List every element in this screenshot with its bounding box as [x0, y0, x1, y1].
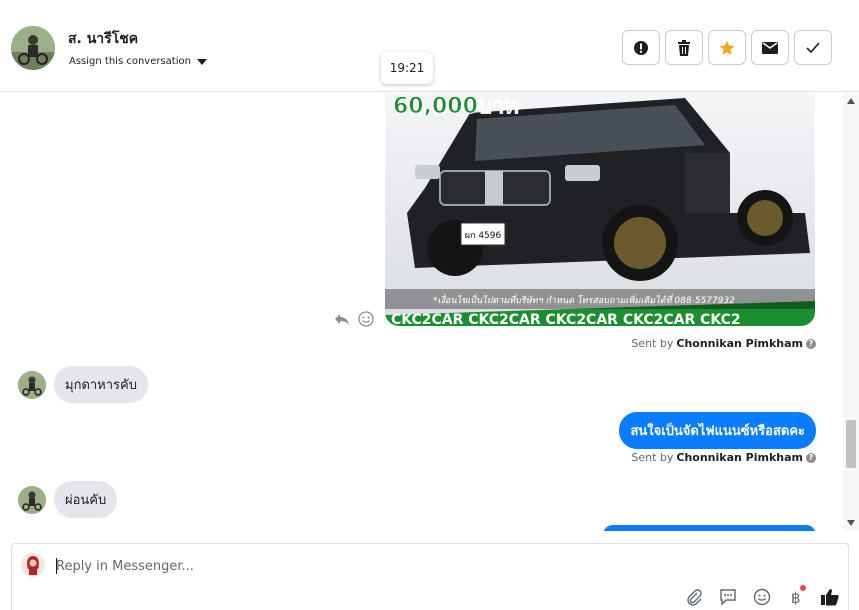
incoming-message-bubble[interactable]: ผ่อนคับ: [54, 481, 118, 518]
composer-tools: ฿: [684, 585, 840, 607]
saved-replies-button[interactable]: [718, 587, 738, 607]
outgoing-message-bubble-partial[interactable]: [603, 525, 816, 531]
payment-button[interactable]: ฿: [786, 585, 806, 607]
star-button[interactable]: [708, 30, 746, 65]
help-icon[interactable]: ?: [806, 452, 816, 463]
plate-text: ผก 4596: [465, 231, 502, 241]
delete-button[interactable]: [665, 30, 703, 65]
paperclip-icon: [687, 589, 702, 606]
sent-by-label: Sent by Chonnikan Pimkham ?: [631, 337, 816, 350]
trash-icon: [678, 39, 690, 56]
contact-avatar[interactable]: [11, 26, 55, 70]
assign-label: Assign this conversation: [69, 56, 191, 67]
emoji-icon: [753, 588, 771, 606]
attach-button[interactable]: [684, 587, 704, 607]
mark-unread-button[interactable]: [751, 30, 789, 65]
thumbs-up-icon: [821, 589, 839, 606]
reply-input[interactable]: [56, 555, 756, 577]
chat-bubble-icon: [720, 589, 736, 606]
outgoing-message-bubble[interactable]: สนใจเป็นจัดไฟแนนซ์หรือสดคะ: [619, 412, 816, 449]
alert-icon: [634, 40, 648, 55]
sender-name: Chonnikan Pimkham: [676, 451, 803, 464]
timestamp-tooltip: 19:21: [381, 52, 433, 84]
message-list[interactable]: ผก 4596 60,000บาท *เงื่อนไขเป็นไปตามที่บ…: [0, 93, 843, 531]
sent-by-label: Sent by Chonnikan Pimkham ?: [631, 451, 816, 464]
notification-dot: [800, 585, 806, 591]
check-icon: [806, 41, 820, 53]
assign-conversation-dropdown[interactable]: Assign this conversation: [69, 56, 207, 67]
react-emoji-icon[interactable]: [358, 311, 374, 327]
incoming-message-row: ผ่อนคับ: [18, 481, 118, 518]
reply-icon[interactable]: [334, 311, 350, 327]
mark-spam-button[interactable]: [622, 30, 660, 65]
svg-text:฿: ฿: [791, 589, 801, 606]
scroll-thumb[interactable]: [846, 420, 856, 468]
text-caret: [56, 558, 57, 574]
mark-done-button[interactable]: [794, 30, 832, 65]
star-icon: [719, 40, 735, 55]
contact-avatar-small[interactable]: [18, 485, 46, 514]
emoji-button[interactable]: [752, 587, 772, 607]
mail-icon: [762, 41, 778, 54]
scroll-up-arrow-icon[interactable]: [847, 98, 855, 104]
like-button[interactable]: [820, 587, 840, 607]
help-icon[interactable]: ?: [806, 338, 816, 349]
price-text: 60,000บาท: [393, 94, 519, 119]
contact-avatar-small[interactable]: [18, 370, 46, 399]
reply-composer: ฿: [11, 543, 849, 610]
incoming-message-bubble[interactable]: มุกดาหารคับ: [54, 366, 148, 403]
scroll-down-arrow-icon[interactable]: [847, 520, 855, 526]
contact-name[interactable]: ส. นารีโชค: [68, 28, 138, 50]
caret-down-icon: [196, 58, 207, 65]
page-avatar: [21, 553, 45, 577]
ad-banner: CKC2CAR CKC2CAR CKC2CAR CKC2CAR CKC2: [391, 312, 741, 326]
message-tools: [334, 311, 374, 327]
car-ad-image[interactable]: ผก 4596 60,000บาท *เงื่อนไขเป็นไปตามที่บ…: [385, 93, 815, 326]
incoming-message-row: มุกดาหารคับ: [18, 366, 148, 403]
sent-by-prefix: Sent by: [631, 337, 674, 350]
sent-by-prefix: Sent by: [631, 451, 674, 464]
message-scrollbar[interactable]: [843, 93, 859, 531]
header-actions: [622, 30, 832, 65]
sender-name: Chonnikan Pimkham: [676, 337, 803, 350]
